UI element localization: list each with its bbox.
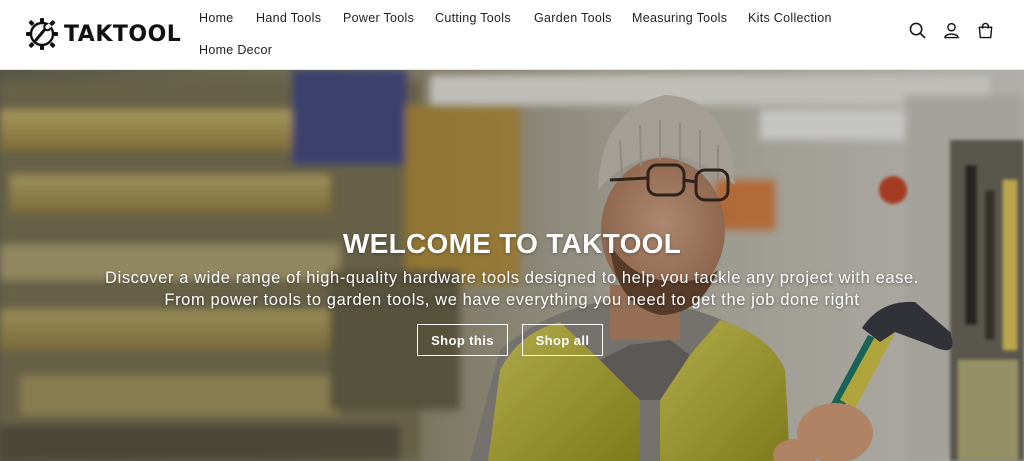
nav-item-home[interactable]: Home (199, 11, 234, 25)
nav-item-hand-tools[interactable]: Hand Tools (256, 11, 321, 25)
hero-overlay (0, 70, 1024, 461)
hero-title: WELCOME TO TAKTOOL (342, 228, 682, 259)
brand-name: TAKTOOL (64, 21, 182, 47)
shop-this-button[interactable]: Shop this (417, 324, 508, 356)
nav-item-measuring-tools[interactable]: Measuring Tools (632, 11, 727, 25)
cart-icon[interactable] (977, 22, 994, 39)
header-icons (909, 22, 994, 39)
nav-item-cutting-tools[interactable]: Cutting Tools (435, 11, 511, 25)
hero-description-line-2: From power tools to garden tools, we hav… (164, 291, 860, 309)
nav-item-garden-tools[interactable]: Garden Tools (534, 11, 612, 25)
nav-item-power-tools[interactable]: Power Tools (343, 11, 414, 25)
account-icon[interactable] (943, 22, 960, 39)
shop-all-button[interactable]: Shop all (522, 324, 603, 356)
gear-wrench-logo-icon (26, 18, 58, 50)
site-header: TAKTOOL Home Hand Tools Power Tools Cutt… (0, 0, 1024, 70)
nav-item-home-decor[interactable]: Home Decor (199, 43, 272, 57)
hero-banner: WELCOME TO TAKTOOL Discover a wide range… (0, 70, 1024, 461)
hero-description-line-1: Discover a wide range of high-quality ha… (105, 269, 919, 287)
nav-item-kits-collection[interactable]: Kits Collection (748, 11, 832, 25)
search-icon[interactable] (909, 22, 926, 39)
brand-logo[interactable]: TAKTOOL (24, 15, 181, 53)
